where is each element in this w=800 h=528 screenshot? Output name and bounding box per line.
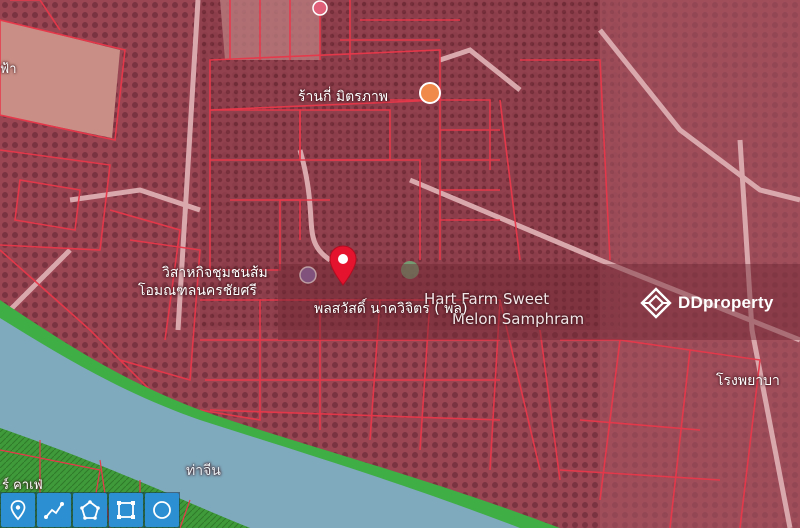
pin-tool-icon <box>10 500 26 521</box>
pin-label: พลสวัสดิ์ นาควิจิตร ( พล) <box>314 301 468 317</box>
hospital-label: โรงพยาบา <box>716 373 780 389</box>
edge-label: ฟ้า <box>0 62 17 77</box>
community-label-2: โอมณฑลนครชัยศรี <box>138 283 257 299</box>
measure-tool-icon <box>44 502 64 519</box>
shop-poi-icon[interactable] <box>419 82 441 104</box>
rectangle-tool-button[interactable] <box>109 493 143 527</box>
measure-tool-button[interactable] <box>37 493 71 527</box>
polygon-tool-button[interactable] <box>73 493 107 527</box>
ddproperty-brand-name: DDproperty <box>678 293 774 312</box>
rectangle-tool-icon <box>117 501 135 519</box>
bare-field-2 <box>220 0 320 60</box>
ddproperty-watermark: DDproperty <box>640 287 774 319</box>
circle-tool-icon <box>153 501 171 519</box>
river-label: ท่าจีน <box>186 463 221 479</box>
farm-label-2: Melon Samphram <box>452 310 585 328</box>
shop-label: ร้านกี่ มิตรภาพ <box>298 89 389 105</box>
ddproperty-logo-icon <box>640 287 672 319</box>
location-pin-icon[interactable] <box>328 245 358 287</box>
map-toolbar <box>0 492 180 528</box>
pin-tool-button[interactable] <box>1 493 35 527</box>
circle-tool-button[interactable] <box>145 493 179 527</box>
polygon-tool-icon <box>80 500 100 520</box>
poi-top-icon[interactable] <box>312 0 328 16</box>
